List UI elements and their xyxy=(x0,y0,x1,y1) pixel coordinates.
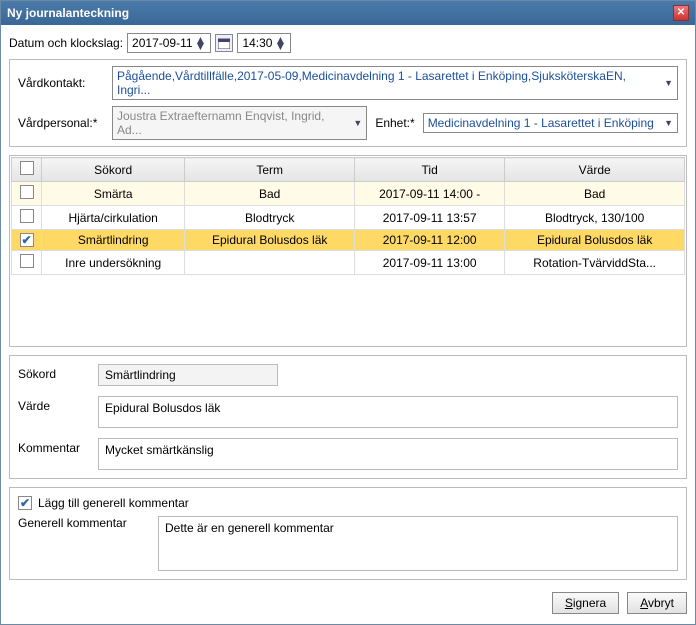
row-checkbox[interactable]: ✔ xyxy=(20,233,34,247)
cell-tid: 2017-09-11 14:00 - xyxy=(355,182,505,206)
cell-sokord: Inre undersökning xyxy=(42,251,185,275)
check-all[interactable] xyxy=(20,161,34,175)
cancel-label: vbryt xyxy=(648,596,674,610)
cell-varde: Rotation-TvärviddSta... xyxy=(505,251,685,275)
row-checkbox[interactable] xyxy=(20,254,34,268)
detail-komm-input[interactable]: Mycket smärtkänslig xyxy=(98,438,678,470)
generic-comment-label: Generell kommentar xyxy=(18,516,148,530)
title-bar: Ny journalanteckning ✕ xyxy=(1,1,695,25)
cell-sokord: Hjärta/cirkulation xyxy=(42,206,185,230)
cell-term: Bad xyxy=(185,182,355,206)
unit-value: Medicinavdelning 1 - Lasarettet i Enköpi… xyxy=(428,116,654,130)
observations-panel: Sökord Term Tid Värde SmärtaBad2017-09-1… xyxy=(9,155,687,347)
time-value: 14:30 xyxy=(242,36,272,50)
row-checkbox[interactable] xyxy=(20,185,34,199)
date-stepper[interactable]: ▲▼ xyxy=(195,37,207,49)
cancel-button[interactable]: Avbryt xyxy=(627,592,687,614)
generic-comment-input[interactable]: Dette är en generell kommentar xyxy=(158,516,678,571)
cell-varde: Blodtryck, 130/100 xyxy=(505,206,685,230)
time-stepper[interactable]: ▲▼ xyxy=(274,37,286,49)
unit-label: Enhet:* xyxy=(375,116,414,130)
detail-komm-label: Kommentar xyxy=(18,438,98,455)
footer: Signera Avbryt xyxy=(9,588,687,616)
add-generic-checkbox[interactable]: ✔ xyxy=(18,496,32,510)
unit-select[interactable]: Medicinavdelning 1 - Lasarettet i Enköpi… xyxy=(423,113,678,133)
cell-varde: Bad xyxy=(505,182,685,206)
col-term[interactable]: Term xyxy=(185,158,355,182)
table-row[interactable]: ✔SmärtlindringEpidural Bolusdos läk2017-… xyxy=(12,230,685,251)
col-sokord[interactable]: Sökord xyxy=(42,158,185,182)
datetime-label: Datum och klockslag: xyxy=(9,36,123,50)
observations-table: Sökord Term Tid Värde SmärtaBad2017-09-1… xyxy=(11,157,685,275)
time-input[interactable]: 14:30 ▲▼ xyxy=(237,33,291,53)
table-row[interactable]: Inre undersökning 2017-09-11 13:00Rotatio… xyxy=(12,251,685,275)
chevron-down-icon: ▼ xyxy=(664,78,673,88)
add-generic-label: Lägg till generell kommentar xyxy=(38,496,189,510)
chevron-down-icon: ▼ xyxy=(353,118,362,128)
detail-sokord-value: Smärtlindring xyxy=(98,364,278,386)
date-input[interactable]: 2017-09-11 ▲▼ xyxy=(127,33,211,53)
detail-sokord-label: Sökord xyxy=(18,364,98,381)
col-tid[interactable]: Tid xyxy=(355,158,505,182)
cell-term xyxy=(185,251,355,275)
dialog-title: Ny journalanteckning xyxy=(7,6,129,20)
cell-term: Blodtryck xyxy=(185,206,355,230)
context-panel: Vårdkontakt: Pågående,Vårdtillfälle,2017… xyxy=(9,59,687,147)
cell-varde: Epidural Bolusdos läk xyxy=(505,230,685,251)
table-row[interactable]: SmärtaBad2017-09-11 14:00 -Bad xyxy=(12,182,685,206)
close-icon[interactable]: ✕ xyxy=(673,5,689,21)
detail-varde-input[interactable]: Epidural Bolusdos läk xyxy=(98,396,678,428)
cell-sokord: Smärta xyxy=(42,182,185,206)
cell-sokord: Smärtlindring xyxy=(42,230,185,251)
row-checkbox[interactable] xyxy=(20,209,34,223)
detail-varde-label: Värde xyxy=(18,396,98,413)
chevron-down-icon: ▼ xyxy=(664,118,673,128)
staff-select[interactable]: Joustra Extraefternamn Enqvist, Ingrid, … xyxy=(112,106,367,140)
contact-label: Vårdkontakt: xyxy=(18,76,108,90)
dialog-window: Ny journalanteckning ✕ Datum och klocksl… xyxy=(0,0,696,625)
detail-panel: Sökord Smärtlindring Värde Epidural Bolu… xyxy=(9,355,687,479)
cell-term: Epidural Bolusdos läk xyxy=(185,230,355,251)
contact-select[interactable]: Pågående,Vårdtillfälle,2017-05-09,Medici… xyxy=(112,66,678,100)
sign-label: ignera xyxy=(573,596,606,610)
cell-tid: 2017-09-11 13:00 xyxy=(355,251,505,275)
col-check[interactable] xyxy=(12,158,42,182)
staff-label: Vårdpersonal:* xyxy=(18,116,108,130)
calendar-icon[interactable] xyxy=(215,34,233,52)
date-value: 2017-09-11 xyxy=(132,36,193,50)
sign-button[interactable]: Signera xyxy=(552,592,619,614)
cell-tid: 2017-09-11 13:57 xyxy=(355,206,505,230)
generic-panel: ✔ Lägg till generell kommentar Generell … xyxy=(9,487,687,580)
table-row[interactable]: Hjärta/cirkulationBlodtryck2017-09-11 13… xyxy=(12,206,685,230)
col-varde[interactable]: Värde xyxy=(505,158,685,182)
table-empty-area xyxy=(11,275,685,345)
cell-tid: 2017-09-11 12:00 xyxy=(355,230,505,251)
staff-value: Joustra Extraefternamn Enqvist, Ingrid, … xyxy=(117,109,347,137)
contact-value: Pågående,Vårdtillfälle,2017-05-09,Medici… xyxy=(117,69,658,97)
